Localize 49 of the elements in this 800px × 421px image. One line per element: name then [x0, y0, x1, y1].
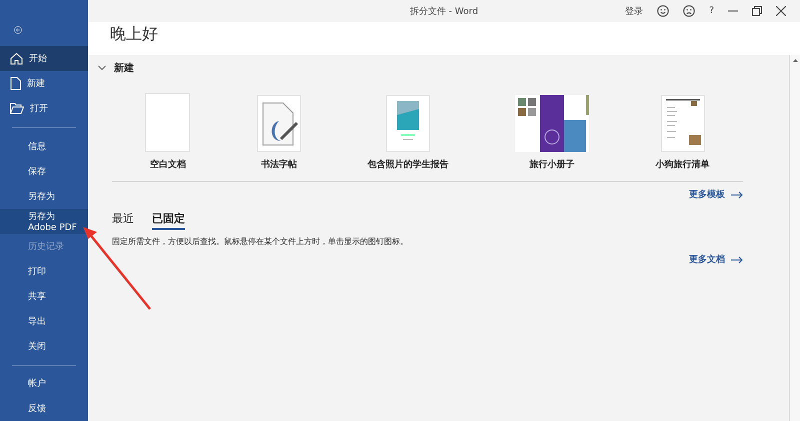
- calligraphy-template-thumbnail: [256, 95, 301, 152]
- section-heading: 新建: [114, 61, 134, 75]
- restore-icon[interactable]: [752, 6, 762, 16]
- sidebar-item[interactable]: 反馈: [0, 396, 88, 421]
- sidebar-item[interactable]: 保存: [0, 158, 88, 184]
- template-label: 书法字帖: [260, 158, 297, 171]
- arrow-right-icon: [731, 256, 743, 264]
- sidebar-item[interactable]: 信息: [0, 134, 88, 158]
- checklist-template-thumbnail: [660, 95, 705, 152]
- sidebar-item[interactable]: 开始: [0, 46, 88, 71]
- file-tab[interactable]: 已固定: [152, 211, 185, 230]
- template-label: 空白文档: [150, 158, 186, 171]
- help-button[interactable]: ?: [709, 6, 714, 16]
- arrow-right-icon: [731, 190, 743, 198]
- sidebar-item[interactable]: 新建: [0, 71, 88, 96]
- template-item[interactable]: 空白文档: [145, 93, 190, 171]
- sidebar-item[interactable]: 另存为 Adobe PDF: [0, 208, 88, 234]
- more-templates-link[interactable]: 更多模板: [689, 188, 743, 201]
- frown-icon[interactable]: [683, 5, 696, 17]
- sidebar-item[interactable]: 关闭: [0, 334, 88, 358]
- scrollbar[interactable]: [789, 55, 800, 421]
- scroll-up-icon[interactable]: [792, 57, 798, 64]
- sign-in-link[interactable]: 登录: [625, 4, 644, 18]
- document-icon: [10, 77, 21, 90]
- pinned-hint-text: 固定所需文件，方便以后查找。鼠标悬停在某个文件上方时，单击显示的图钉图标。: [111, 236, 409, 247]
- folder-icon: [10, 103, 24, 114]
- template-item[interactable]: 小狗旅行清单: [656, 95, 710, 171]
- template-item[interactable]: 包含照片的学生报告: [367, 95, 448, 171]
- home-icon: [10, 52, 23, 65]
- close-icon[interactable]: [776, 6, 786, 16]
- file-tab[interactable]: 最近: [112, 211, 134, 230]
- report-template-thumbnail: [386, 95, 430, 152]
- template-item[interactable]: 旅行小册子: [515, 95, 590, 171]
- template-label: 旅行小册子: [530, 158, 575, 171]
- sidebar-item[interactable]: 打印: [0, 258, 88, 284]
- more-documents-link[interactable]: 更多文档: [689, 253, 743, 266]
- blank-document-thumbnail: [145, 93, 190, 152]
- template-item[interactable]: 书法字帖: [256, 95, 301, 171]
- sidebar-item[interactable]: 共享: [0, 284, 88, 308]
- sidebar-item[interactable]: 帐户: [0, 371, 88, 396]
- sidebar-item[interactable]: 导出: [0, 308, 88, 334]
- chevron-icon[interactable]: [98, 65, 106, 71]
- smiley-icon[interactable]: [657, 5, 670, 17]
- sidebar-item[interactable]: 打开: [0, 96, 88, 121]
- sidebar-item[interactable]: 另存为: [0, 184, 88, 208]
- greeting-text: 晚上好: [110, 24, 158, 43]
- window-title: 拆分文件 - Word: [410, 6, 478, 18]
- template-label: 小狗旅行清单: [656, 158, 710, 171]
- template-label: 包含照片的学生报告: [367, 158, 448, 171]
